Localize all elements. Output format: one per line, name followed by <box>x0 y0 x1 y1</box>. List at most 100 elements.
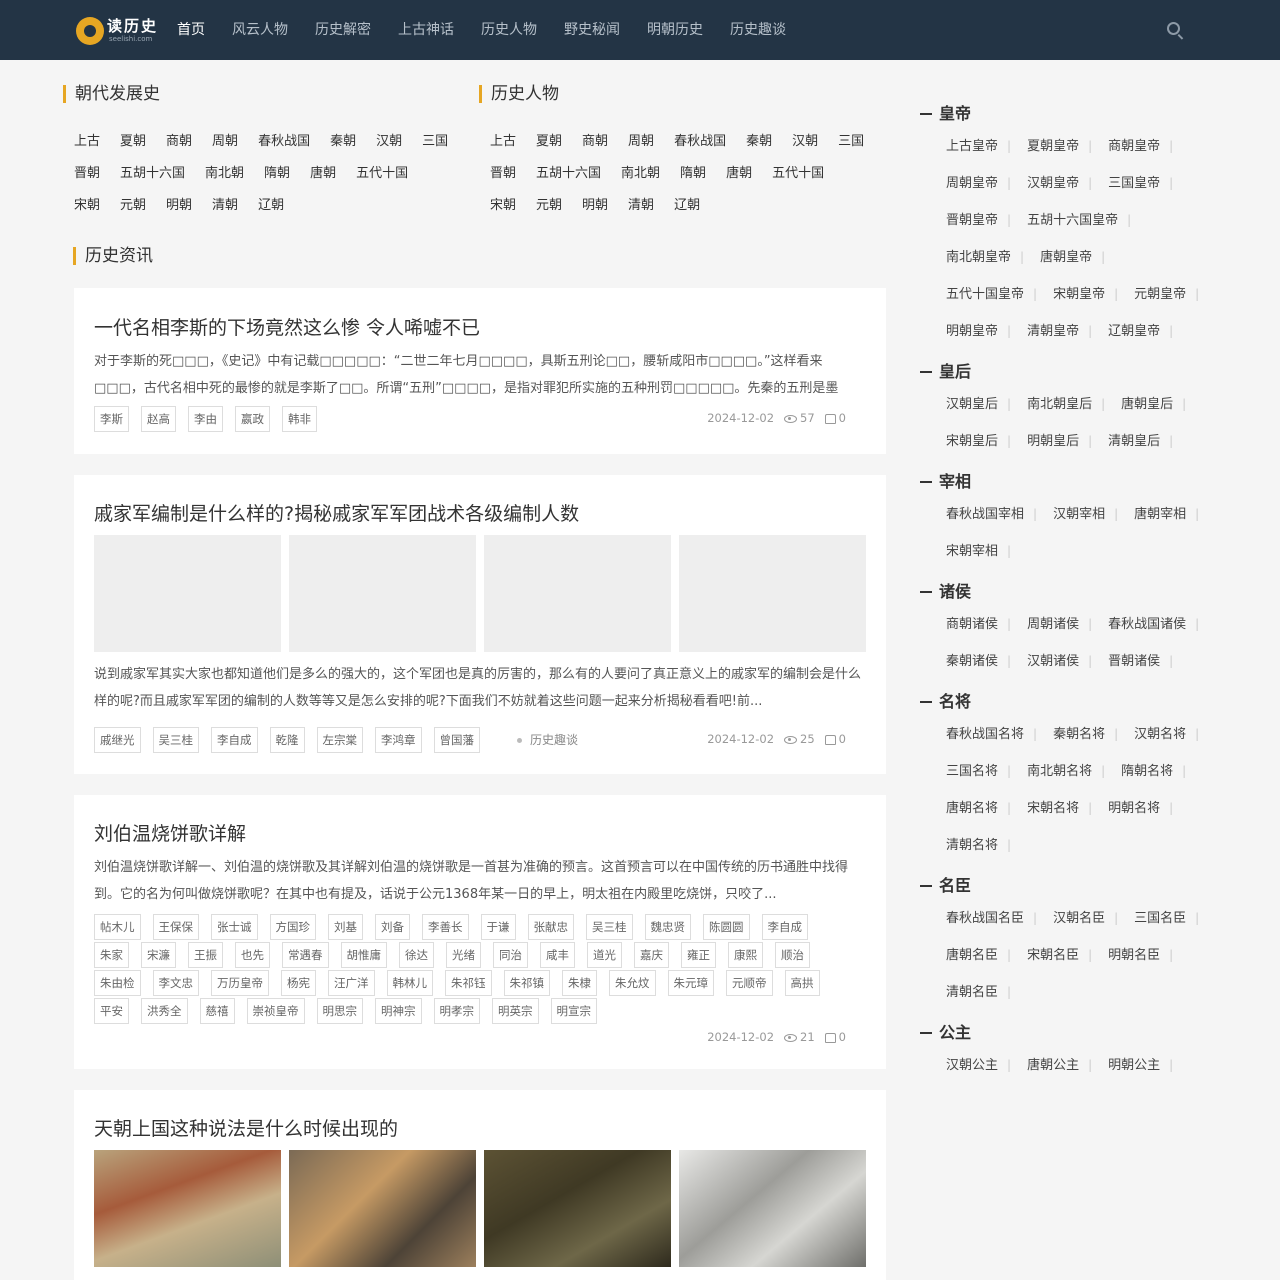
article-tag[interactable]: 崇祯皇帝 <box>246 998 305 1024</box>
article-image-placeholder[interactable] <box>484 535 671 652</box>
article-tag[interactable]: 朱允炆 <box>609 970 656 996</box>
sidebar-link[interactable]: 南北朝皇后 <box>1027 386 1105 423</box>
sidebar-link[interactable]: 三国名将 <box>946 753 1011 790</box>
article-tag[interactable]: 明思宗 <box>316 998 363 1024</box>
article-tag[interactable]: 元顺帝 <box>726 970 773 996</box>
sidebar-link[interactable]: 清朝皇后 <box>1108 423 1173 460</box>
sidebar-link[interactable]: 上古皇帝 <box>946 128 1011 165</box>
dynasty_section-link[interactable]: 上古 <box>74 126 100 158</box>
sidebar-link[interactable]: 唐朝皇后 <box>1121 386 1186 423</box>
sidebar-link[interactable]: 五胡十六国皇帝 <box>1027 202 1131 239</box>
article-tag[interactable]: 张献忠 <box>527 914 574 940</box>
sidebar-link[interactable]: 夏朝皇帝 <box>1027 128 1092 165</box>
like-count[interactable]: 0 <box>824 411 846 425</box>
dynasty_section-link[interactable]: 周朝 <box>212 126 238 158</box>
sidebar-link[interactable]: 春秋战国名将 <box>946 716 1037 753</box>
article-tag[interactable]: 李自成 <box>761 914 808 940</box>
article-tag[interactable]: 明宣宗 <box>550 998 597 1024</box>
article-tag[interactable]: 李自成 <box>211 727 258 753</box>
dynasty_section-link[interactable]: 南北朝 <box>205 158 244 190</box>
article-image-engraving[interactable] <box>679 1150 866 1267</box>
sidebar-link[interactable]: 南北朝皇帝 <box>946 239 1024 276</box>
article-title[interactable]: 刘伯温烧饼歌详解 <box>94 819 246 846</box>
article-tag[interactable]: 吴三桂 <box>586 914 633 940</box>
dynasty_section-link[interactable]: 清朝 <box>212 190 238 222</box>
article-tag[interactable]: 明神宗 <box>375 998 422 1024</box>
sidebar-link[interactable]: 明朝皇后 <box>1027 423 1092 460</box>
people_section-link[interactable]: 商朝 <box>582 126 608 158</box>
article-category[interactable]: 历史趣谈 <box>517 731 578 748</box>
article-title[interactable]: 戚家军编制是什么样的?揭秘戚家军军团战术各级编制人数 <box>94 499 579 526</box>
sidebar-link[interactable]: 明朝名臣 <box>1108 937 1173 974</box>
article-tag[interactable]: 方国珍 <box>269 914 316 940</box>
sidebar-link[interactable]: 汉朝宰相 <box>1053 496 1118 533</box>
article-tag[interactable]: 朱由检 <box>94 970 141 996</box>
like-count[interactable]: 0 <box>824 732 846 746</box>
article-tag[interactable]: 也先 <box>235 942 270 968</box>
article-tag[interactable]: 朱祁镇 <box>503 970 550 996</box>
sidebar-link[interactable]: 汉朝名将 <box>1134 716 1199 753</box>
article-tag[interactable]: 嘉庆 <box>634 942 669 968</box>
sidebar-link[interactable]: 三国名臣 <box>1134 900 1199 937</box>
dynasty_section-link[interactable]: 五代十国 <box>356 158 408 190</box>
people_section-link[interactable]: 周朝 <box>628 126 654 158</box>
article-tag[interactable]: 汪广洋 <box>328 970 375 996</box>
people_section-link[interactable]: 清朝 <box>628 190 654 222</box>
article-tag[interactable]: 同治 <box>493 942 528 968</box>
article-tag[interactable]: 王保保 <box>152 914 199 940</box>
article-tag[interactable]: 常遇春 <box>282 942 329 968</box>
people_section-link[interactable]: 晋朝 <box>490 158 516 190</box>
sidebar-link[interactable]: 清朝名将 <box>946 827 1011 864</box>
sidebar-link[interactable]: 商朝诸侯 <box>946 606 1011 643</box>
article-tag[interactable]: 康熙 <box>728 942 763 968</box>
people_section-link[interactable]: 三国 <box>838 126 864 158</box>
dynasty_section-link[interactable]: 隋朝 <box>264 158 290 190</box>
sidebar-link[interactable]: 晋朝皇帝 <box>946 202 1011 239</box>
article-tag[interactable]: 雍正 <box>681 942 716 968</box>
article-tag[interactable]: 洪秀全 <box>141 998 188 1024</box>
search-icon[interactable] <box>1166 21 1186 41</box>
sidebar-link[interactable]: 春秋战国诸侯 <box>1108 606 1199 643</box>
article-tag[interactable]: 平安 <box>94 998 129 1024</box>
sidebar-link[interactable]: 唐朝名臣 <box>946 937 1011 974</box>
dynasty_section-link[interactable]: 辽朝 <box>258 190 284 222</box>
sidebar-link[interactable]: 晋朝诸侯 <box>1108 643 1173 680</box>
article-image-crowd-painting[interactable] <box>289 1150 476 1267</box>
sidebar-link[interactable]: 春秋战国宰相 <box>946 496 1037 533</box>
article-tag[interactable]: 张士诚 <box>211 914 258 940</box>
article-tag[interactable]: 胡惟庸 <box>340 942 387 968</box>
dynasty_section-link[interactable]: 元朝 <box>120 190 146 222</box>
sidebar-link[interactable]: 汉朝皇后 <box>946 386 1011 423</box>
sidebar-link[interactable]: 宋朝名将 <box>1027 790 1092 827</box>
sidebar-link[interactable]: 清朝名臣 <box>946 974 1011 1011</box>
article-tag[interactable]: 嬴政 <box>235 406 270 432</box>
people_section-link[interactable]: 元朝 <box>536 190 562 222</box>
dynasty_section-link[interactable]: 明朝 <box>166 190 192 222</box>
sidebar-link[interactable]: 明朝皇帝 <box>946 313 1011 350</box>
article-tag[interactable]: 曾国藩 <box>433 727 480 753</box>
article-tag[interactable]: 左宗棠 <box>316 727 363 753</box>
nav-item-7[interactable]: 历史趣谈 <box>716 0 799 60</box>
people_section-link[interactable]: 秦朝 <box>746 126 772 158</box>
nav-item-3[interactable]: 上古神话 <box>384 0 467 60</box>
article-tag[interactable]: 高拱 <box>784 970 820 996</box>
sidebar-link[interactable]: 南北朝名将 <box>1027 753 1105 790</box>
article-tag[interactable]: 杨宪 <box>281 970 316 996</box>
article-image-palace[interactable] <box>94 1150 281 1267</box>
nav-item-2[interactable]: 历史解密 <box>301 0 384 60</box>
article-tag[interactable]: 宋濂 <box>141 942 176 968</box>
article-tag[interactable]: 吴三桂 <box>152 727 199 753</box>
like-count[interactable]: 0 <box>824 1030 846 1044</box>
dynasty_section-link[interactable]: 五胡十六国 <box>120 158 185 190</box>
people_section-link[interactable]: 五代十国 <box>772 158 824 190</box>
sidebar-link[interactable]: 秦朝诸侯 <box>946 643 1011 680</box>
dynasty_section-link[interactable]: 宋朝 <box>74 190 100 222</box>
article-title[interactable]: 天朝上国这种说法是什么时候出现的 <box>94 1114 398 1141</box>
article-tag[interactable]: 朱元璋 <box>667 970 714 996</box>
article-tag[interactable]: 顺治 <box>775 942 810 968</box>
article-tag[interactable]: 慈禧 <box>199 998 235 1024</box>
people_section-link[interactable]: 宋朝 <box>490 190 516 222</box>
people_section-link[interactable]: 南北朝 <box>621 158 660 190</box>
article-tag[interactable]: 朱家 <box>94 942 129 968</box>
people_section-link[interactable]: 夏朝 <box>536 126 562 158</box>
